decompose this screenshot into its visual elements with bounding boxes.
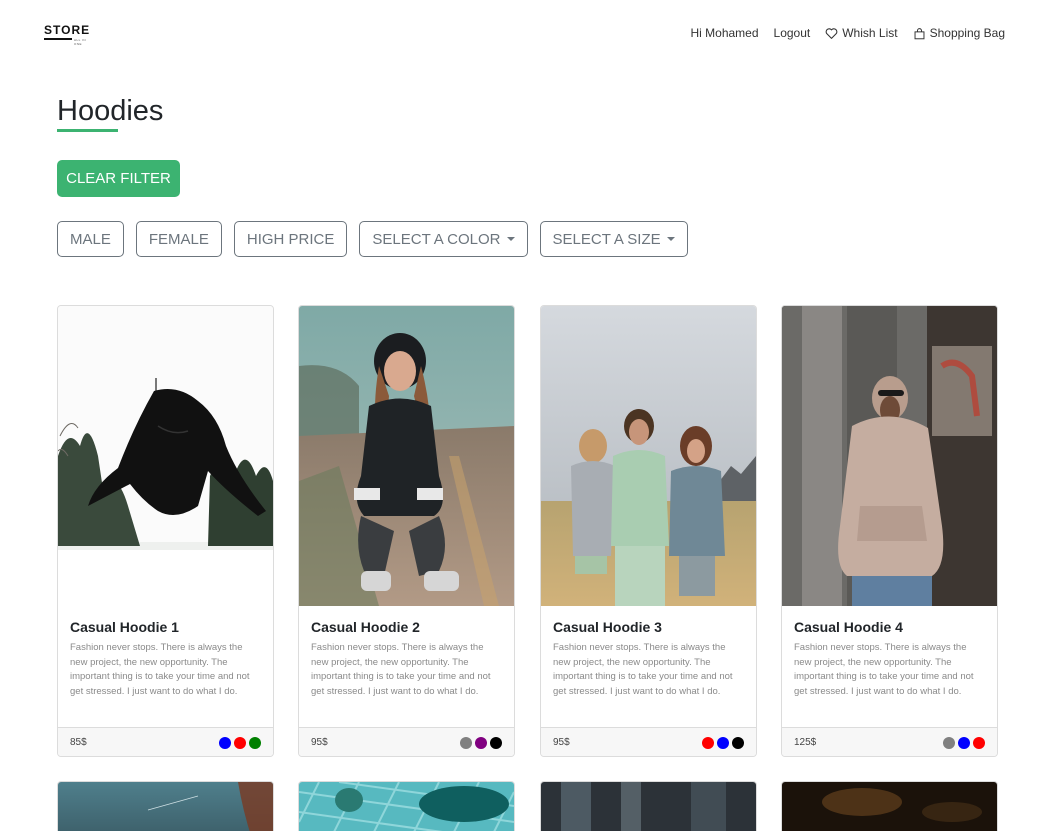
color-swatch-blue[interactable] [717, 736, 729, 749]
color-swatch-black[interactable] [490, 736, 502, 749]
product-card[interactable]: Casual Hoodie 2 Fashion never stops. The… [298, 305, 515, 757]
clear-filter-button[interactable]: CLEAR FILTER [57, 160, 180, 197]
color-swatch-purple[interactable] [475, 736, 487, 749]
logout-link[interactable]: Logout [774, 26, 811, 40]
product-card[interactable]: Casual Hoodie 4 Fashion never stops. The… [781, 305, 998, 757]
logo-subtitle: ALL IN ONE [74, 38, 87, 46]
color-swatch-blue[interactable] [219, 736, 231, 749]
wishlist-link[interactable]: Whish List [825, 26, 898, 40]
card-footer: 95$ [299, 727, 514, 756]
color-swatch-gray[interactable] [460, 736, 472, 749]
card-footer: 125$ [782, 727, 997, 756]
select-color-dropdown[interactable]: SELECT A COLOR [359, 221, 528, 257]
card-body: Casual Hoodie 3 Fashion never stops. The… [541, 606, 756, 727]
product-description: Fashion never stops. There is always the… [553, 642, 733, 698]
product-description: Fashion never stops. There is always the… [794, 642, 974, 698]
nav-links: Hi Mohamed Logout Whish List Shopping Ba… [691, 26, 1006, 40]
product-title[interactable]: Casual Hoodie 4 [794, 619, 985, 635]
product-price: 95$ [553, 737, 570, 748]
shopping-bag-link[interactable]: Shopping Bag [913, 26, 1005, 40]
color-swatch-gray[interactable] [943, 736, 955, 749]
card-body: Casual Hoodie 1 Fashion never stops. The… [58, 606, 273, 727]
product-image[interactable] [541, 306, 756, 606]
filter-label: HIGH PRICE [246, 230, 335, 248]
color-swatch-red[interactable] [973, 736, 985, 749]
page-title: Hoodies [57, 95, 164, 127]
store-logo[interactable]: STORE ALL IN ONE [44, 23, 92, 46]
product-card-partial[interactable] [781, 781, 998, 831]
product-card-partial[interactable] [57, 781, 274, 831]
card-body: Casual Hoodie 2 Fashion never stops. The… [299, 606, 514, 727]
product-card[interactable]: Casual Hoodie 3 Fashion never stops. The… [540, 305, 757, 757]
caret-down-icon [506, 237, 515, 241]
filter-label: SELECT A SIZE [552, 230, 661, 248]
product-image[interactable] [299, 306, 514, 606]
filter-female-button[interactable]: FEMALE [135, 221, 222, 257]
filter-label: FEMALE [148, 230, 209, 248]
product-image[interactable] [782, 306, 997, 606]
product-card-partial[interactable] [540, 781, 757, 831]
color-swatch-black[interactable] [732, 736, 744, 749]
logout-label: Logout [773, 26, 811, 40]
card-footer: 85$ [58, 727, 273, 756]
color-swatch-blue[interactable] [958, 736, 970, 749]
wishlist-label: Whish List [842, 26, 898, 40]
product-price: 95$ [311, 737, 328, 748]
product-description: Fashion never stops. There is always the… [70, 642, 250, 698]
product-price: 125$ [794, 737, 817, 748]
product-card[interactable]: Casual Hoodie 1 Fashion never stops. The… [57, 305, 274, 757]
filter-high-price-button[interactable]: HIGH PRICE [233, 221, 348, 257]
navbar: STORE ALL IN ONE Hi Mohamed Logout Whish… [0, 0, 1055, 68]
product-title[interactable]: Casual Hoodie 3 [553, 619, 744, 635]
card-body: Casual Hoodie 4 Fashion never stops. The… [782, 606, 997, 727]
color-swatches [460, 736, 502, 749]
color-swatches [702, 736, 744, 749]
caret-down-icon [666, 237, 675, 241]
product-price: 85$ [70, 737, 87, 748]
title-underline [57, 129, 118, 132]
greeting-link[interactable]: Hi Mohamed [691, 26, 759, 40]
product-title[interactable]: Casual Hoodie 1 [70, 619, 261, 635]
product-image[interactable] [782, 782, 997, 831]
filter-male-button[interactable]: MALE [57, 221, 124, 257]
logo-text: STORE [44, 23, 91, 37]
color-swatch-green[interactable] [249, 736, 261, 749]
greeting-label: Hi Mohamed [690, 26, 759, 40]
color-swatches [943, 736, 985, 749]
product-image[interactable] [58, 782, 273, 831]
shopping-bag-label: Shopping Bag [929, 26, 1005, 40]
product-image[interactable] [299, 782, 514, 831]
product-card-partial[interactable] [298, 781, 515, 831]
color-swatch-red[interactable] [234, 736, 246, 749]
product-title[interactable]: Casual Hoodie 2 [311, 619, 502, 635]
card-footer: 95$ [541, 727, 756, 756]
filter-label: SELECT A COLOR [372, 230, 501, 248]
filter-label: MALE [70, 230, 111, 248]
color-swatch-red[interactable] [702, 736, 714, 749]
heart-icon [825, 27, 838, 39]
logo-underline [44, 38, 72, 40]
shopping-bag-icon [914, 27, 925, 39]
product-description: Fashion never stops. There is always the… [311, 642, 491, 698]
select-size-dropdown[interactable]: SELECT A SIZE [539, 221, 688, 257]
product-image[interactable] [541, 782, 756, 831]
product-image[interactable] [58, 306, 273, 606]
color-swatches [219, 736, 261, 749]
filter-bar: MALE FEMALE HIGH PRICE SELECT A COLOR SE… [57, 221, 688, 257]
